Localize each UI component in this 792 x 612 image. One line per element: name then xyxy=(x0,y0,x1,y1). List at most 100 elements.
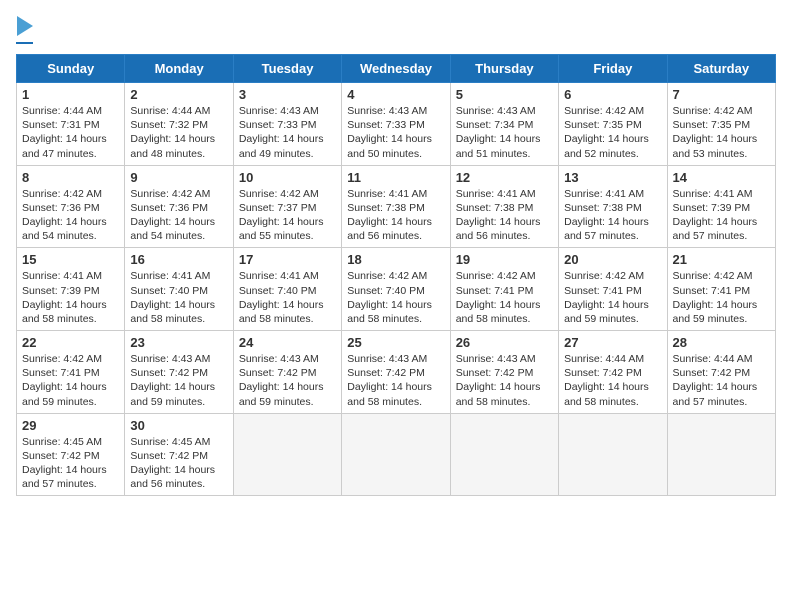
cell-info: Sunrise: 4:43 AM Sunset: 7:42 PM Dayligh… xyxy=(456,352,553,409)
calendar-cell: 1 Sunrise: 4:44 AM Sunset: 7:31 PM Daylig… xyxy=(17,83,125,166)
day-number: 4 xyxy=(347,87,444,102)
cell-info: Sunrise: 4:45 AM Sunset: 7:42 PM Dayligh… xyxy=(22,435,119,492)
calendar-cell: 25 Sunrise: 4:43 AM Sunset: 7:42 PM Dayli… xyxy=(342,331,450,414)
calendar-cell: 8 Sunrise: 4:42 AM Sunset: 7:36 PM Daylig… xyxy=(17,165,125,248)
calendar-cell: 24 Sunrise: 4:43 AM Sunset: 7:42 PM Dayli… xyxy=(233,331,341,414)
calendar-cell: 10 Sunrise: 4:42 AM Sunset: 7:37 PM Dayli… xyxy=(233,165,341,248)
day-number: 3 xyxy=(239,87,336,102)
calendar-cell: 27 Sunrise: 4:44 AM Sunset: 7:42 PM Dayli… xyxy=(559,331,667,414)
page-header xyxy=(16,16,776,44)
calendar-cell: 19Sunrise: 4:42 AM Sunset: 7:41 PM Dayli… xyxy=(450,248,558,331)
cell-info: Sunrise: 4:43 AM Sunset: 7:42 PM Dayligh… xyxy=(130,352,227,409)
calendar-cell: 7 Sunrise: 4:42 AM Sunset: 7:35 PM Daylig… xyxy=(667,83,775,166)
cell-info: Sunrise: 4:41 AM Sunset: 7:38 PM Dayligh… xyxy=(456,187,553,244)
cell-info: Sunrise: 4:43 AM Sunset: 7:42 PM Dayligh… xyxy=(347,352,444,409)
cell-info: Sunrise: 4:41 AM Sunset: 7:38 PM Dayligh… xyxy=(347,187,444,244)
calendar-cell xyxy=(233,413,341,496)
day-number: 13 xyxy=(564,170,661,185)
day-header-sunday: Sunday xyxy=(17,55,125,83)
calendar-cell: 30Sunrise: 4:45 AM Sunset: 7:42 PM Dayli… xyxy=(125,413,233,496)
day-number: 8 xyxy=(22,170,119,185)
day-number: 17 xyxy=(239,252,336,267)
day-number: 7 xyxy=(673,87,770,102)
day-number: 30 xyxy=(130,418,227,433)
calendar-cell: 17 Sunrise: 4:41 AM Sunset: 7:40 PM Dayli… xyxy=(233,248,341,331)
day-number: 15 xyxy=(22,252,119,267)
calendar-cell xyxy=(450,413,558,496)
calendar-cell: 21 Sunrise: 4:42 AM Sunset: 7:41 PM Dayli… xyxy=(667,248,775,331)
day-header-friday: Friday xyxy=(559,55,667,83)
calendar-cell: 5Sunrise: 4:43 AM Sunset: 7:34 PM Daylig… xyxy=(450,83,558,166)
day-number: 2 xyxy=(130,87,227,102)
cell-info: Sunrise: 4:42 AM Sunset: 7:37 PM Dayligh… xyxy=(239,187,336,244)
cell-info: Sunrise: 4:42 AM Sunset: 7:40 PM Dayligh… xyxy=(347,269,444,326)
day-number: 10 xyxy=(239,170,336,185)
day-number: 24 xyxy=(239,335,336,350)
cell-info: Sunrise: 4:41 AM Sunset: 7:39 PM Dayligh… xyxy=(673,187,770,244)
day-number: 28 xyxy=(673,335,770,350)
cell-info: Sunrise: 4:42 AM Sunset: 7:41 PM Dayligh… xyxy=(22,352,119,409)
calendar-cell xyxy=(559,413,667,496)
cell-info: Sunrise: 4:44 AM Sunset: 7:32 PM Dayligh… xyxy=(130,104,227,161)
calendar-cell: 4 Sunrise: 4:43 AM Sunset: 7:33 PM Daylig… xyxy=(342,83,450,166)
day-number: 19 xyxy=(456,252,553,267)
cell-info: Sunrise: 4:42 AM Sunset: 7:36 PM Dayligh… xyxy=(22,187,119,244)
calendar-cell: 20 Sunrise: 4:42 AM Sunset: 7:41 PM Dayli… xyxy=(559,248,667,331)
cell-info: Sunrise: 4:41 AM Sunset: 7:40 PM Dayligh… xyxy=(239,269,336,326)
day-number: 29 xyxy=(22,418,119,433)
cell-info: Sunrise: 4:43 AM Sunset: 7:42 PM Dayligh… xyxy=(239,352,336,409)
calendar-cell: 2 Sunrise: 4:44 AM Sunset: 7:32 PM Daylig… xyxy=(125,83,233,166)
cell-info: Sunrise: 4:44 AM Sunset: 7:31 PM Dayligh… xyxy=(22,104,119,161)
logo-triangle-icon xyxy=(17,16,33,36)
day-number: 22 xyxy=(22,335,119,350)
day-number: 11 xyxy=(347,170,444,185)
cell-info: Sunrise: 4:43 AM Sunset: 7:33 PM Dayligh… xyxy=(239,104,336,161)
day-header-thursday: Thursday xyxy=(450,55,558,83)
calendar-cell: 14 Sunrise: 4:41 AM Sunset: 7:39 PM Dayli… xyxy=(667,165,775,248)
day-number: 18 xyxy=(347,252,444,267)
day-number: 6 xyxy=(564,87,661,102)
cell-info: Sunrise: 4:44 AM Sunset: 7:42 PM Dayligh… xyxy=(673,352,770,409)
calendar-cell: 9Sunrise: 4:42 AM Sunset: 7:36 PM Daylig… xyxy=(125,165,233,248)
cell-info: Sunrise: 4:44 AM Sunset: 7:42 PM Dayligh… xyxy=(564,352,661,409)
day-number: 25 xyxy=(347,335,444,350)
calendar-cell: 28 Sunrise: 4:44 AM Sunset: 7:42 PM Dayli… xyxy=(667,331,775,414)
day-number: 23 xyxy=(130,335,227,350)
cell-info: Sunrise: 4:43 AM Sunset: 7:34 PM Dayligh… xyxy=(456,104,553,161)
day-number: 21 xyxy=(673,252,770,267)
cell-info: Sunrise: 4:42 AM Sunset: 7:41 PM Dayligh… xyxy=(564,269,661,326)
cell-info: Sunrise: 4:42 AM Sunset: 7:41 PM Dayligh… xyxy=(673,269,770,326)
calendar-cell: 15 Sunrise: 4:41 AM Sunset: 7:39 PM Dayli… xyxy=(17,248,125,331)
cell-info: Sunrise: 4:41 AM Sunset: 7:39 PM Dayligh… xyxy=(22,269,119,326)
calendar-cell xyxy=(342,413,450,496)
cell-info: Sunrise: 4:42 AM Sunset: 7:35 PM Dayligh… xyxy=(564,104,661,161)
calendar-cell: 22 Sunrise: 4:42 AM Sunset: 7:41 PM Dayli… xyxy=(17,331,125,414)
cell-info: Sunrise: 4:41 AM Sunset: 7:38 PM Dayligh… xyxy=(564,187,661,244)
cell-info: Sunrise: 4:43 AM Sunset: 7:33 PM Dayligh… xyxy=(347,104,444,161)
calendar-cell: 18 Sunrise: 4:42 AM Sunset: 7:40 PM Dayli… xyxy=(342,248,450,331)
calendar-cell: 29 Sunrise: 4:45 AM Sunset: 7:42 PM Dayli… xyxy=(17,413,125,496)
day-header-monday: Monday xyxy=(125,55,233,83)
cell-info: Sunrise: 4:41 AM Sunset: 7:40 PM Dayligh… xyxy=(130,269,227,326)
day-number: 27 xyxy=(564,335,661,350)
day-header-saturday: Saturday xyxy=(667,55,775,83)
day-number: 9 xyxy=(130,170,227,185)
calendar-cell: 12 Sunrise: 4:41 AM Sunset: 7:38 PM Dayli… xyxy=(450,165,558,248)
day-number: 1 xyxy=(22,87,119,102)
day-number: 16 xyxy=(130,252,227,267)
day-number: 20 xyxy=(564,252,661,267)
calendar-cell: 23 Sunrise: 4:43 AM Sunset: 7:42 PM Dayli… xyxy=(125,331,233,414)
calendar-cell: 26Sunrise: 4:43 AM Sunset: 7:42 PM Dayli… xyxy=(450,331,558,414)
day-header-wednesday: Wednesday xyxy=(342,55,450,83)
day-number: 14 xyxy=(673,170,770,185)
calendar-cell: 6 Sunrise: 4:42 AM Sunset: 7:35 PM Daylig… xyxy=(559,83,667,166)
day-number: 12 xyxy=(456,170,553,185)
calendar-cell: 13 Sunrise: 4:41 AM Sunset: 7:38 PM Dayli… xyxy=(559,165,667,248)
day-header-tuesday: Tuesday xyxy=(233,55,341,83)
calendar-table: SundayMondayTuesdayWednesdayThursdayFrid… xyxy=(16,54,776,496)
calendar-cell: 16 Sunrise: 4:41 AM Sunset: 7:40 PM Dayli… xyxy=(125,248,233,331)
calendar-cell xyxy=(667,413,775,496)
calendar-cell: 11 Sunrise: 4:41 AM Sunset: 7:38 PM Dayli… xyxy=(342,165,450,248)
cell-info: Sunrise: 4:42 AM Sunset: 7:35 PM Dayligh… xyxy=(673,104,770,161)
calendar-cell: 3 Sunrise: 4:43 AM Sunset: 7:33 PM Daylig… xyxy=(233,83,341,166)
